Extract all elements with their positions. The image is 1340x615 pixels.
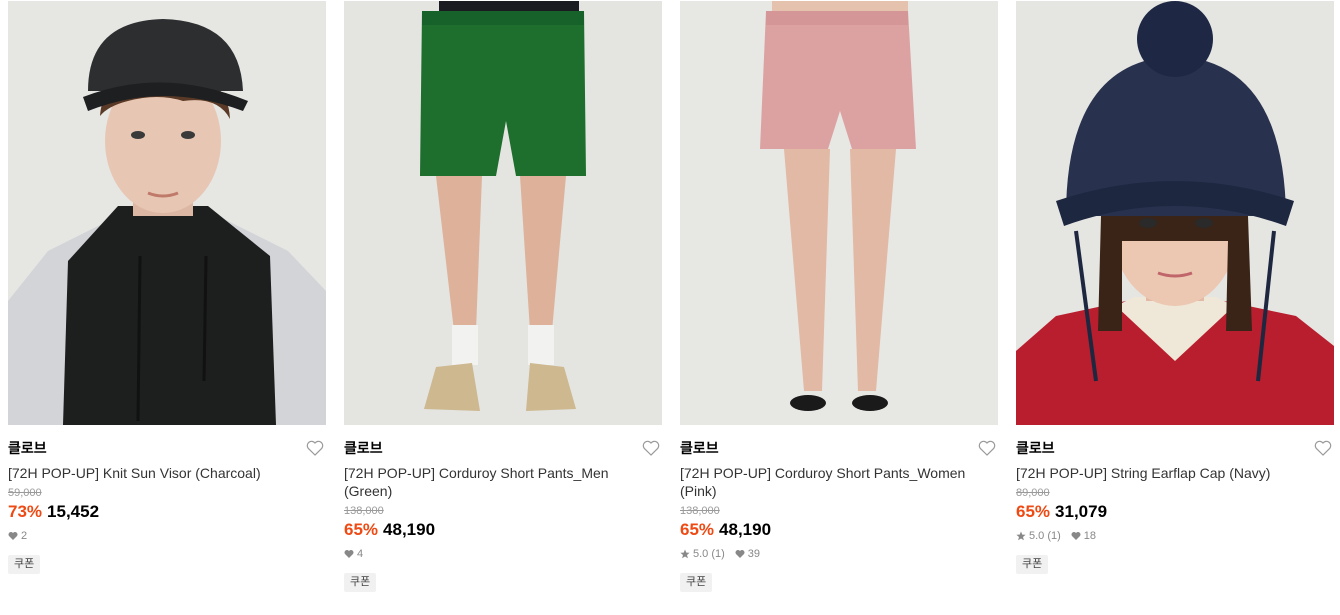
product-info: 클로브 [72H POP-UP] String Earflap Cap (Nav… <box>1016 425 1334 574</box>
sale-price: 48,190 <box>383 520 436 539</box>
product-image-corduroy-shorts-green[interactable] <box>344 1 662 425</box>
heart-filled-icon <box>735 549 745 559</box>
likes-group: 4 <box>344 547 363 561</box>
product-meta: 2 <box>8 529 326 543</box>
rating-group: 5.0 (1) <box>680 547 725 561</box>
coupon-badge: 쿠폰 <box>1016 555 1049 574</box>
product-photo <box>1016 1 1334 425</box>
product-card[interactable]: 클로브 [72H POP-UP] String Earflap Cap (Nav… <box>1016 1 1334 592</box>
likes-group: 39 <box>735 547 760 561</box>
heart-filled-icon <box>1071 531 1081 541</box>
rating-group: 5.0 (1) <box>1016 529 1061 543</box>
rating-score: 5.0 (1) <box>693 548 725 560</box>
likes-count: 4 <box>357 548 364 560</box>
coupon-badge: 쿠폰 <box>680 573 713 592</box>
product-image-corduroy-shorts-pink[interactable] <box>680 1 998 425</box>
heart-outline-icon[interactable] <box>978 440 996 456</box>
original-price: 138,000 <box>344 505 384 517</box>
star-icon <box>680 549 690 559</box>
heart-filled-icon <box>8 531 18 541</box>
star-icon <box>1016 531 1026 541</box>
original-price: 138,000 <box>680 505 720 517</box>
heart-outline-icon[interactable] <box>306 440 324 456</box>
product-meta: 5.0 (1) 18 <box>1016 529 1334 543</box>
brand-name[interactable]: 클로브 <box>344 439 662 457</box>
product-name[interactable]: [72H POP-UP] Corduroy Short Pants_Women … <box>680 464 992 500</box>
discount-rate: 65% <box>344 520 379 539</box>
product-photo <box>680 1 998 425</box>
product-name[interactable]: [72H POP-UP] Corduroy Short Pants_Men (G… <box>344 464 656 500</box>
sale-price: 15,452 <box>47 502 100 521</box>
likes-count: 18 <box>1083 530 1097 542</box>
product-meta: 5.0 (1) 39 <box>680 547 998 561</box>
likes-group: 18 <box>1071 529 1096 543</box>
coupon-badge: 쿠폰 <box>8 555 41 574</box>
discount-rate: 73% <box>8 502 43 521</box>
brand-name[interactable]: 클로브 <box>8 439 326 457</box>
sale-price: 31,079 <box>1055 502 1108 521</box>
product-info: 클로브 [72H POP-UP] Knit Sun Visor (Charcoa… <box>8 425 326 574</box>
product-meta: 4 <box>344 547 662 561</box>
coupon-badge: 쿠폰 <box>344 573 377 592</box>
heart-filled-icon <box>344 549 354 559</box>
price-row: 73% 15,452 <box>8 501 326 523</box>
rating-score: 5.0 (1) <box>1029 530 1061 542</box>
original-price: 59,000 <box>8 487 42 499</box>
product-card[interactable]: 클로브 [72H POP-UP] Knit Sun Visor (Charcoa… <box>8 1 326 592</box>
product-image-knit-sun-visor[interactable] <box>8 1 326 425</box>
product-image-string-earflap-cap[interactable] <box>1016 1 1334 425</box>
likes-group: 2 <box>8 529 27 543</box>
product-name[interactable]: [72H POP-UP] String Earflap Cap (Navy) <box>1016 464 1328 482</box>
product-info: 클로브 [72H POP-UP] Corduroy Short Pants_Me… <box>344 425 662 592</box>
original-price: 89,000 <box>1016 487 1050 499</box>
product-info: 클로브 [72H POP-UP] Corduroy Short Pants_Wo… <box>680 425 998 592</box>
price-row: 65% 31,079 <box>1016 501 1334 523</box>
brand-name[interactable]: 클로브 <box>1016 439 1334 457</box>
brand-name[interactable]: 클로브 <box>680 439 998 457</box>
product-grid: 클로브 [72H POP-UP] Knit Sun Visor (Charcoa… <box>8 1 1334 592</box>
heart-outline-icon[interactable] <box>642 440 660 456</box>
price-row: 65% 48,190 <box>680 519 998 541</box>
price-row: 65% 48,190 <box>344 519 662 541</box>
product-card[interactable]: 클로브 [72H POP-UP] Corduroy Short Pants_Wo… <box>680 1 998 592</box>
likes-count: 2 <box>21 530 28 542</box>
likes-count: 39 <box>747 548 761 560</box>
discount-rate: 65% <box>680 520 715 539</box>
discount-rate: 65% <box>1016 502 1051 521</box>
product-photo <box>344 1 662 425</box>
heart-outline-icon[interactable] <box>1314 440 1332 456</box>
product-photo <box>8 1 326 425</box>
product-name[interactable]: [72H POP-UP] Knit Sun Visor (Charcoal) <box>8 464 320 482</box>
product-card[interactable]: 클로브 [72H POP-UP] Corduroy Short Pants_Me… <box>344 1 662 592</box>
sale-price: 48,190 <box>719 520 772 539</box>
